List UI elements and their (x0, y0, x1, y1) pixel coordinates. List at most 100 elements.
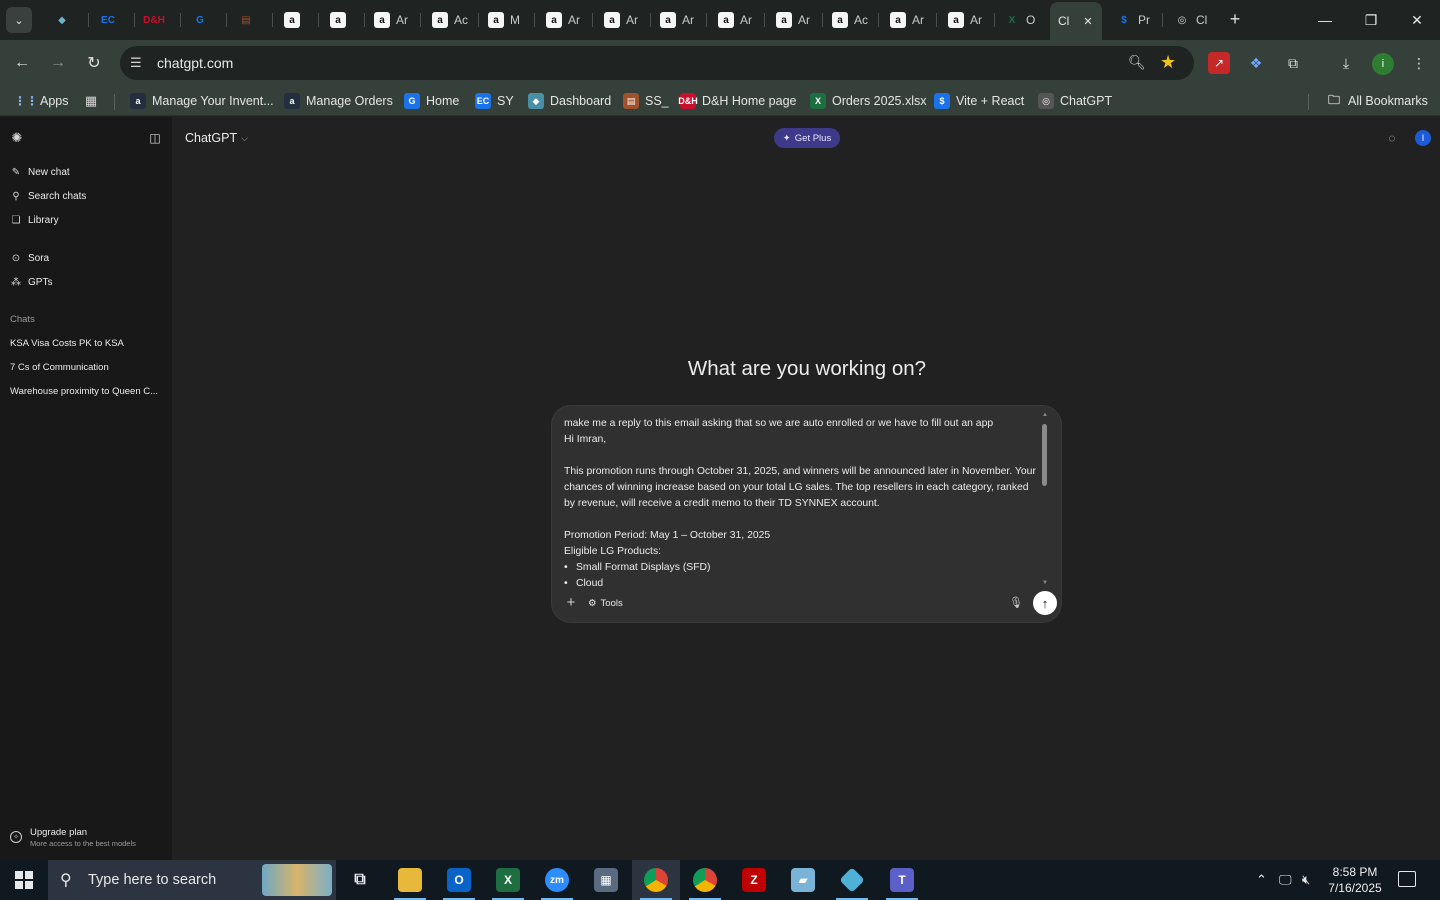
scrollbar-thumb[interactable] (1042, 424, 1047, 486)
all-bookmarks-button[interactable]: 🗀 All Bookmarks (1326, 92, 1428, 110)
downloads-icon[interactable]: ⤓ (1335, 52, 1357, 74)
forward-button[interactable]: → (46, 51, 70, 75)
browser-tab[interactable]: a Ar (710, 6, 762, 34)
search-chats-button[interactable]: ⚲ Search chats (10, 187, 86, 205)
network-icon[interactable]: 🖵︎ (1279, 872, 1292, 888)
extension-puzzle-blue-icon[interactable]: ❖ (1245, 52, 1267, 74)
browser-tab[interactable]: ◎ Cl (1166, 6, 1218, 34)
browser-tab[interactable]: $ Pr (1108, 6, 1160, 34)
zoom-icon[interactable]: 🔍︎ (1128, 54, 1146, 71)
restore-button[interactable]: ❐ (1348, 0, 1394, 40)
taskbar-search-box[interactable]: ⚲ Type here to search (48, 860, 336, 900)
new-chat-button[interactable]: ✎ New chat (10, 163, 70, 181)
scroll-down-icon[interactable]: ▼ (1041, 580, 1049, 586)
message-composer[interactable]: make me a reply to this email asking tha… (551, 405, 1062, 623)
browser-tab[interactable]: a Ac (824, 6, 876, 34)
extensions-icon[interactable]: ⧉ (1282, 52, 1304, 74)
gpts-button[interactable]: ⁂ GPTs (10, 273, 52, 291)
bookmark-item[interactable]: X Orders 2025.xlsx (810, 92, 926, 110)
close-window-button[interactable]: ✕ (1394, 0, 1440, 40)
bookmark-item[interactable]: ◆ Dashboard (528, 92, 611, 110)
scroll-up-icon[interactable]: ▲ (1041, 412, 1049, 418)
minimize-button[interactable]: — (1302, 0, 1348, 40)
bookmark-item[interactable]: ◎ ChatGPT (1038, 92, 1112, 110)
bookmark-item[interactable]: EC SY (475, 92, 514, 110)
browser-tab[interactable]: a (322, 6, 362, 34)
sora-button[interactable]: ⊙ Sora (10, 249, 49, 267)
task-view-button[interactable]: ⧉ (336, 860, 384, 900)
taskbar-zoom[interactable]: zm (533, 860, 581, 900)
get-plus-button[interactable]: ✦ Get Plus (774, 128, 840, 148)
address-bar[interactable]: ☰ chatgpt.com 🔍︎ ★ (120, 46, 1194, 80)
taskbar-excel[interactable]: X (484, 860, 532, 900)
profile-avatar[interactable]: i (1372, 53, 1394, 75)
taskbar-app-diamond[interactable] (828, 860, 876, 900)
browser-tab[interactable]: a Ac (424, 6, 476, 34)
chat-history-item[interactable]: 7 Cs of Communication (10, 362, 160, 373)
prompt-input[interactable]: make me a reply to this email asking tha… (564, 416, 1036, 588)
browser-tab[interactable]: a Ar (652, 6, 704, 34)
new-tab-button[interactable]: + (1224, 9, 1246, 31)
tab-label: Ar (626, 13, 638, 27)
reload-button[interactable]: ↻ (82, 51, 106, 75)
microphone-icon[interactable]: 🎙︎ (1008, 595, 1024, 611)
taskbar-teams[interactable]: T (878, 860, 926, 900)
upgrade-plan-button[interactable]: ✧ Upgrade plan More access to the best m… (10, 827, 136, 848)
bookmark-item[interactable]: D&H D&H Home page (678, 92, 797, 110)
browser-tab[interactable]: XO (996, 6, 1048, 34)
browser-menu-icon[interactable]: ⋮ (1408, 52, 1430, 74)
browser-tab[interactable]: EC (92, 6, 132, 34)
taskbar-calculator[interactable]: ▦ (582, 860, 630, 900)
tray-overflow-icon[interactable]: ⌃ (1256, 872, 1267, 888)
taskbar-chrome-profile[interactable] (681, 860, 729, 900)
taskbar-filezilla[interactable]: Z (730, 860, 778, 900)
attach-plus-icon[interactable]: + (562, 594, 580, 612)
volume-muted-icon[interactable]: 🔇︎ (1302, 872, 1310, 888)
bookmark-item[interactable]: a Manage Orders (284, 92, 393, 110)
tab-groups-button[interactable]: ▦ (83, 92, 99, 110)
browser-tab[interactable]: a Ar (768, 6, 820, 34)
library-button[interactable]: ❏ Library (10, 211, 59, 229)
prompt-scrollbar[interactable]: ▲ ▼ (1041, 412, 1049, 586)
tab-search-button[interactable]: ⌄ (6, 7, 32, 33)
browser-tab[interactable]: D&H (138, 6, 178, 34)
browser-tab[interactable]: a Ar (538, 6, 590, 34)
send-button[interactable]: ↑ (1033, 591, 1057, 615)
taskbar-chrome[interactable] (632, 860, 680, 900)
notification-center-icon[interactable] (1398, 871, 1416, 887)
taskbar-outlook[interactable]: O (435, 860, 483, 900)
bookmark-item[interactable]: a Manage Your Invent... (130, 92, 274, 110)
browser-tab[interactable]: a Ar (882, 6, 934, 34)
browser-tab[interactable]: G (184, 6, 224, 34)
site-info-icon[interactable]: ☰ (130, 55, 146, 71)
start-button[interactable] (0, 860, 48, 900)
browser-tab[interactable]: a Ar (366, 6, 418, 34)
taskbar-clock[interactable]: 8:58 PM 7/16/2025 (1320, 864, 1390, 896)
browser-tab[interactable]: ◆ (46, 6, 86, 34)
close-tab-icon[interactable]: ✕ (1083, 15, 1092, 28)
close-sidebar-icon[interactable]: ◫ (148, 131, 162, 145)
browser-tab[interactable]: a Ar (596, 6, 648, 34)
bookmark-apps[interactable]: ⋮⋮ Apps (14, 92, 69, 110)
openai-logo-icon[interactable]: ✺ (10, 131, 24, 145)
browser-tab[interactable]: a (276, 6, 316, 34)
browser-tab[interactable]: a Ar (940, 6, 992, 34)
temporary-chat-icon[interactable]: ◌ (1385, 131, 1399, 145)
back-button[interactable]: ← (10, 51, 34, 75)
browser-tab-active[interactable]: Cl ✕ (1050, 2, 1102, 40)
chat-history-item[interactable]: KSA Visa Costs PK to KSA (10, 338, 160, 349)
search-icon: ⚲ (12, 190, 20, 202)
user-avatar[interactable]: I (1415, 130, 1431, 146)
browser-tab[interactable]: ▤ (230, 6, 270, 34)
model-picker[interactable]: ChatGPT ⌵ (185, 131, 248, 145)
taskbar-notepad-app[interactable]: ▰ (779, 860, 827, 900)
chat-history-item[interactable]: Warehouse proximity to Queen C... (10, 386, 160, 397)
bookmark-item[interactable]: G Home (404, 92, 459, 110)
bookmark-star-icon[interactable]: ★ (1160, 52, 1176, 73)
bookmark-item[interactable]: $ Vite + React (934, 92, 1024, 110)
extension-arrow-icon[interactable]: ↗ (1208, 52, 1230, 74)
browser-tab[interactable]: aM (480, 6, 532, 34)
taskbar-file-explorer[interactable] (386, 860, 434, 900)
tools-button[interactable]: ⚙ Tools (588, 595, 623, 611)
bookmark-item[interactable]: ▤ SS_ (623, 92, 669, 110)
